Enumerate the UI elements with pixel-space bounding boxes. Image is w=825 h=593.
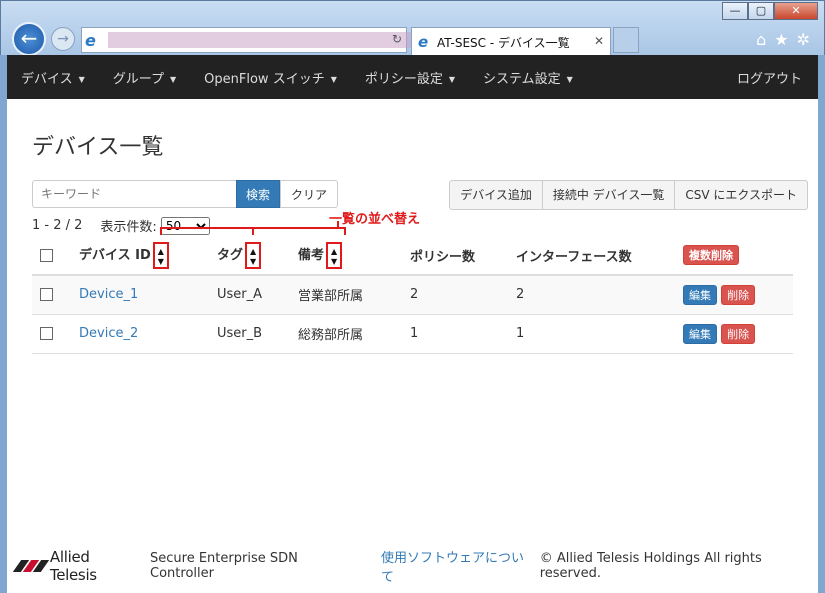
device-link[interactable]: Device_1 bbox=[79, 287, 138, 302]
annotation-bracket-mid bbox=[252, 227, 254, 235]
ie-icon: e bbox=[85, 31, 96, 50]
page-title: デバイス一覧 bbox=[32, 135, 164, 160]
about-software-link[interactable]: 使用ソフトウェアについて bbox=[381, 547, 532, 585]
brand-name: Allied Telesis bbox=[49, 548, 97, 584]
header-device-id: デバイス ID bbox=[79, 247, 151, 263]
cell-note: 総務部所属 bbox=[298, 314, 410, 354]
window-controls: — ▢ ✕ bbox=[722, 2, 818, 20]
sort-tag-icon[interactable]: ▲ ▼ bbox=[245, 241, 262, 269]
action-buttons: デバイス追加 接続中 デバイス一覧 CSV にエクスポート bbox=[449, 180, 808, 210]
nav-openflow-switch[interactable]: OpenFlow スイッチ ▼ bbox=[204, 68, 337, 87]
cell-policy-count: 2 bbox=[410, 275, 516, 315]
export-csv-button[interactable]: CSV にエクスポート bbox=[675, 180, 808, 210]
gear-icon[interactable]: ✲ bbox=[797, 30, 810, 49]
table-row: Device_1 User_A 営業部所属 2 2 編集 削除 bbox=[32, 275, 793, 315]
nav-group[interactable]: グループ ▼ bbox=[113, 68, 176, 87]
nav-device[interactable]: デバイス ▼ bbox=[21, 68, 85, 87]
caret-down-icon: ▼ bbox=[566, 74, 573, 84]
sort-annotation: 一覧の並べ替え bbox=[329, 212, 421, 227]
edit-button[interactable]: 編集 bbox=[683, 323, 717, 344]
maximize-button[interactable]: ▢ bbox=[748, 2, 774, 20]
keyword-input[interactable] bbox=[32, 180, 236, 208]
sort-note-icon[interactable]: ▲ ▼ bbox=[326, 241, 343, 269]
header-interface-count: インターフェース数 bbox=[516, 236, 683, 276]
back-arrow-icon[interactable]: ← bbox=[12, 22, 46, 56]
cell-interface-count: 2 bbox=[516, 275, 683, 315]
home-icon[interactable]: ⌂ bbox=[756, 30, 766, 49]
cell-note: 営業部所属 bbox=[298, 275, 410, 315]
bulk-delete-button[interactable]: 複数削除 bbox=[683, 245, 739, 265]
nav-system-label: システム設定 bbox=[483, 71, 561, 87]
caret-down-icon: ▼ bbox=[448, 74, 456, 84]
copyright: © Allied Telesis Holdings All rights res… bbox=[539, 551, 762, 581]
nav-device-label: デバイス bbox=[21, 71, 73, 87]
clear-button[interactable]: クリア bbox=[280, 180, 339, 208]
header-note: 備考 bbox=[298, 247, 325, 263]
new-tab-button[interactable] bbox=[613, 27, 639, 53]
tab-title: AT-SESC - デバイス一覧 bbox=[437, 36, 570, 50]
per-page-label: 表示件数: bbox=[100, 220, 157, 235]
row-checkbox[interactable] bbox=[40, 288, 53, 302]
nav-policy-label: ポリシー設定 bbox=[364, 71, 443, 87]
caret-down-icon: ▼ bbox=[78, 74, 85, 84]
table-header-row: デバイス ID ▲ ▼ タグ ▲ ▼ 備考 ▲ ▼ ポリシー数 インターフェース数 複数削除 bbox=[32, 236, 793, 276]
cell-tag: User_B bbox=[217, 314, 298, 354]
app-window: デバイス ▼ グループ ▼ OpenFlow スイッチ ▼ ポリシー設定 ▼ システム設… bbox=[7, 55, 818, 593]
delete-button[interactable]: 削除 bbox=[721, 323, 756, 344]
search-button[interactable]: 検索 bbox=[236, 180, 281, 208]
logo-mark-icon bbox=[12, 560, 50, 572]
address-bar[interactable]: e ↻ bbox=[81, 27, 428, 53]
close-window-button[interactable]: ✕ bbox=[774, 2, 818, 20]
delete-button[interactable]: 削除 bbox=[721, 284, 756, 305]
allied-telesis-logo: Allied Telesis bbox=[12, 548, 138, 584]
row-checkbox[interactable] bbox=[40, 327, 53, 340]
product-name: Secure Enterprise SDN Controller bbox=[150, 551, 298, 581]
ie-icon: e bbox=[418, 33, 429, 51]
cell-policy-count: 1 bbox=[410, 314, 516, 354]
record-range: 1 - 2 / 2 bbox=[32, 218, 83, 233]
device-table: デバイス ID ▲ ▼ タグ ▲ ▼ 備考 ▲ ▼ ポリシー数 インターフェース数 複数削除… bbox=[32, 236, 793, 354]
forward-arrow-icon[interactable]: → bbox=[51, 27, 75, 51]
device-link[interactable]: Device_2 bbox=[79, 326, 138, 341]
nav-openflow-label: OpenFlow スイッチ bbox=[204, 71, 325, 87]
refresh-icon[interactable]: ↻ bbox=[392, 32, 402, 46]
caret-down-icon: ▼ bbox=[170, 74, 177, 84]
logout-link[interactable]: ログアウト bbox=[737, 68, 802, 87]
edit-button[interactable]: 編集 bbox=[683, 284, 717, 305]
nav-system[interactable]: システム設定 ▼ bbox=[483, 68, 573, 87]
browser-chrome: — ▢ ✕ ← → e ↻ e AT-SESC - デバイス一覧 ✕ ⌂ ★ ✲ bbox=[0, 0, 825, 56]
browser-tools: ⌂ ★ ✲ bbox=[756, 30, 810, 49]
connected-devices-button[interactable]: 接続中 デバイス一覧 bbox=[542, 180, 676, 210]
header-tag: タグ bbox=[217, 247, 244, 263]
add-device-button[interactable]: デバイス追加 bbox=[449, 180, 543, 210]
table-row: Device_2 User_B 総務部所属 1 1 編集 削除 bbox=[32, 314, 793, 354]
header-policy-count: ポリシー数 bbox=[410, 236, 516, 276]
nav-policy[interactable]: ポリシー設定 ▼ bbox=[365, 68, 455, 87]
select-all-checkbox[interactable] bbox=[40, 248, 53, 262]
minimize-button[interactable]: — bbox=[722, 2, 748, 20]
footer: Allied Telesis Secure Enterprise SDN Con… bbox=[7, 547, 818, 585]
top-navbar: デバイス ▼ グループ ▼ OpenFlow スイッチ ▼ ポリシー設定 ▼ システム設… bbox=[7, 55, 818, 99]
browser-tab[interactable]: e AT-SESC - デバイス一覧 ✕ bbox=[411, 27, 611, 56]
caret-down-icon: ▼ bbox=[330, 74, 337, 84]
cell-tag: User_A bbox=[217, 275, 298, 315]
tab-close-icon[interactable]: ✕ bbox=[594, 34, 604, 48]
nav-group-label: グループ bbox=[112, 71, 165, 87]
sort-device-id-icon[interactable]: ▲ ▼ bbox=[152, 241, 169, 269]
redacted-url bbox=[108, 32, 428, 48]
search-form: 検索 クリア bbox=[32, 180, 339, 208]
star-icon[interactable]: ★ bbox=[774, 30, 788, 49]
cell-interface-count: 1 bbox=[516, 314, 683, 354]
